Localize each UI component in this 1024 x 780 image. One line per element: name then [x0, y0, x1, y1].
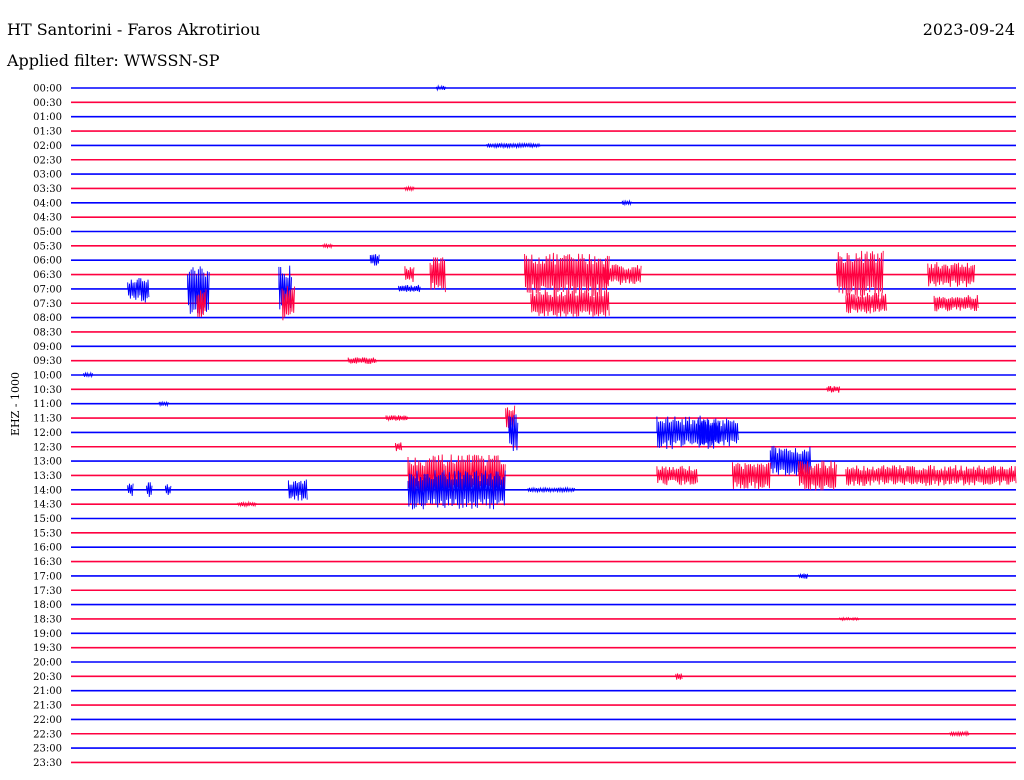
- seismic-event-burst: [165, 484, 172, 495]
- row-time-label: 13:00: [33, 457, 62, 468]
- seismic-event-burst: [369, 254, 380, 266]
- seismic-event-burst: [404, 266, 415, 283]
- seismic-event-burst: [83, 371, 94, 379]
- row-time-label: 12:00: [33, 428, 62, 439]
- seismic-event-burst: [385, 414, 409, 422]
- seismic-event-burst: [398, 284, 421, 293]
- seismic-event-burst: [527, 486, 575, 494]
- row-time-label: 23:00: [33, 744, 62, 755]
- seismic-event-burst: [927, 262, 976, 288]
- row-time-label: 18:30: [33, 614, 62, 625]
- seismic-event-burst: [486, 141, 541, 150]
- seismic-event-burst: [158, 400, 169, 408]
- seismic-event-burst: [146, 482, 153, 498]
- row-time-label: 19:30: [33, 643, 62, 654]
- row-time-label: 00:30: [33, 98, 62, 109]
- seismic-event-burst: [287, 479, 308, 501]
- seismic-event-burst: [836, 250, 884, 299]
- row-time-label: 09:00: [33, 342, 62, 353]
- row-time-label: 19:00: [33, 629, 62, 640]
- row-time-label: 15:30: [33, 528, 62, 539]
- row-time-label: 21:00: [33, 686, 62, 697]
- row-time-label: 08:30: [33, 327, 62, 338]
- row-time-label: 02:00: [33, 141, 62, 152]
- seismic-event-burst: [136, 277, 150, 303]
- row-time-label: 11:30: [33, 414, 62, 425]
- seismic-event-burst: [732, 462, 771, 490]
- seismic-event-burst: [435, 84, 446, 92]
- seismic-event-burst: [429, 257, 446, 293]
- seismic-event-burst: [127, 279, 138, 300]
- row-time-label: 06:30: [33, 270, 62, 281]
- row-time-label: 13:30: [33, 471, 62, 482]
- helicorder-plot: 00:00 00:30 01:00 01:30 02:00 02:30 03:00 03:30…: [33, 84, 1017, 769]
- row-time-label: 03:30: [33, 184, 62, 195]
- row-time-label: 09:30: [33, 356, 62, 367]
- row-time-label: 05:30: [33, 241, 62, 252]
- row-time-label: 14:30: [33, 500, 62, 511]
- seismic-event-burst: [127, 483, 134, 497]
- row-time-label: 03:00: [33, 170, 62, 181]
- seismic-event-burst: [530, 289, 610, 317]
- row-time-label: 17:00: [33, 571, 62, 582]
- seismic-event-burst: [798, 572, 809, 579]
- row-time-label: 07:30: [33, 299, 62, 310]
- seismic-event-burst: [798, 460, 837, 491]
- seismic-event-burst: [845, 292, 887, 314]
- row-time-label: 17:30: [33, 586, 62, 597]
- seismic-event-burst: [675, 673, 683, 680]
- seismic-event-burst: [769, 445, 812, 477]
- seismic-event-burst: [845, 464, 1017, 486]
- row-time-label: 22:30: [33, 729, 62, 740]
- row-time-label: 16:00: [33, 543, 62, 554]
- row-time-label: 07:00: [33, 284, 62, 295]
- row-time-label: 12:30: [33, 442, 62, 453]
- row-time-label: 10:30: [33, 385, 62, 396]
- seismic-event-burst: [621, 199, 632, 207]
- row-time-label: 08:00: [33, 313, 62, 324]
- row-time-label: 11:00: [33, 399, 62, 410]
- row-time-label: 02:30: [33, 155, 62, 166]
- seismic-event-burst: [949, 730, 970, 738]
- row-time-label: 14:00: [33, 485, 62, 496]
- row-time-label: 00:00: [33, 84, 62, 95]
- row-time-label: 20:30: [33, 672, 62, 683]
- row-time-label: 15:00: [33, 514, 62, 525]
- seismic-event-burst: [656, 465, 698, 486]
- seismic-event-burst: [404, 185, 415, 193]
- row-time-label: 18:00: [33, 600, 62, 611]
- row-time-label: 23:30: [33, 758, 62, 769]
- row-time-label: 01:00: [33, 112, 62, 123]
- row-time-label: 06:00: [33, 256, 62, 267]
- row-time-label: 01:30: [33, 127, 62, 138]
- row-time-label: 04:30: [33, 213, 62, 224]
- row-time-label: 16:30: [33, 557, 62, 568]
- seismic-event-burst: [347, 357, 377, 364]
- seismic-event-burst: [839, 616, 859, 622]
- row-time-label: 05:00: [33, 227, 62, 238]
- row-time-label: 10:00: [33, 371, 62, 382]
- row-time-label: 04:00: [33, 198, 62, 209]
- row-time-label: 22:00: [33, 715, 62, 726]
- row-time-label: 21:30: [33, 701, 62, 712]
- seismic-event-burst: [933, 294, 979, 312]
- row-time-label: 20:00: [33, 658, 62, 669]
